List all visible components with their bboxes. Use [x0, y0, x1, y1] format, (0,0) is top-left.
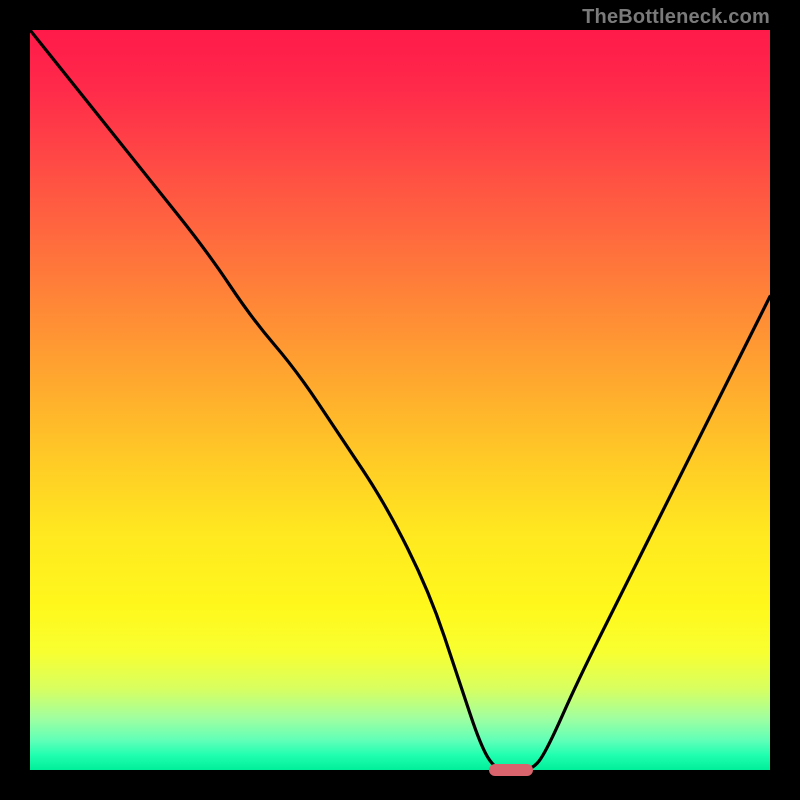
bottleneck-chart: TheBottleneck.com	[0, 0, 800, 800]
watermark-text: TheBottleneck.com	[582, 6, 770, 29]
plot-area	[30, 30, 770, 770]
optimal-range-marker	[489, 764, 533, 776]
bottleneck-curve-line	[30, 30, 770, 770]
curve-svg	[30, 30, 770, 770]
